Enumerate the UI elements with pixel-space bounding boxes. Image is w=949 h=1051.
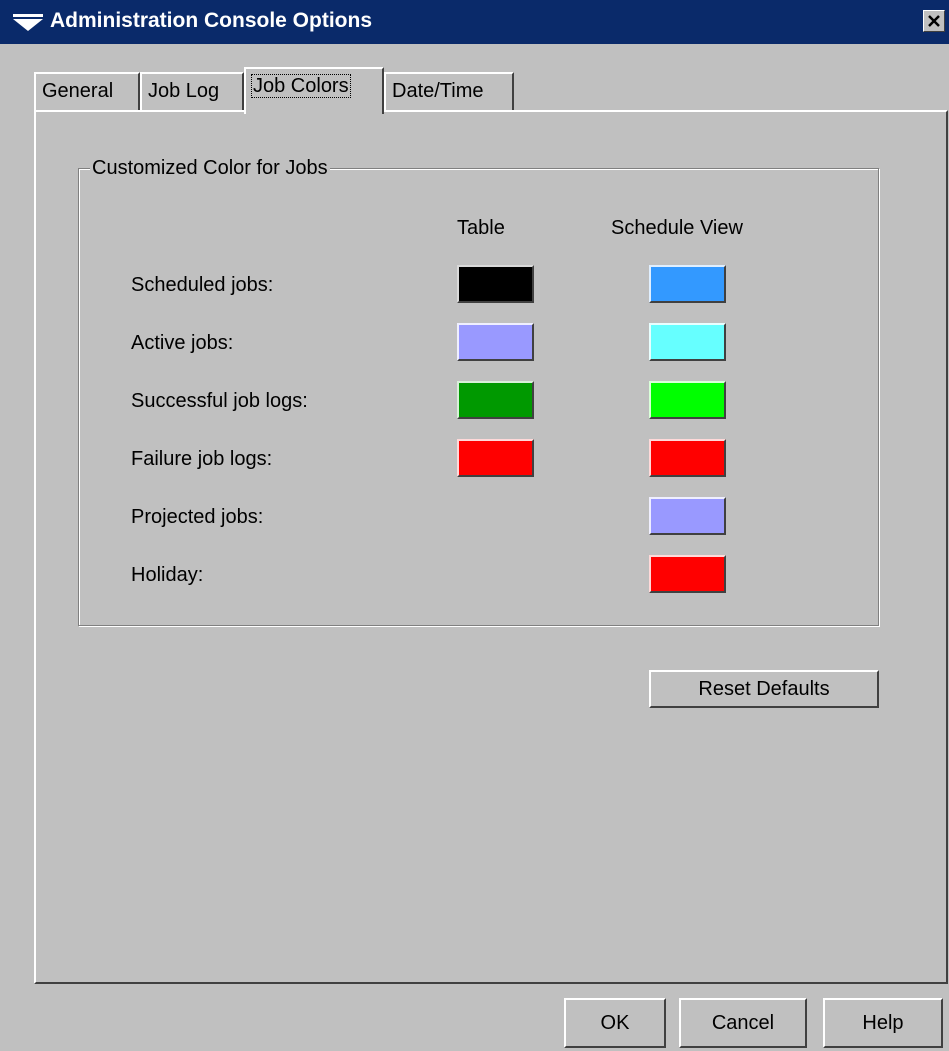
schedule-color-scheduled-jobs[interactable] (649, 265, 726, 303)
tab-date-time[interactable]: Date/Time (384, 72, 514, 110)
row-label-failure-job-logs: Failure job logs: (131, 448, 273, 470)
help-button[interactable]: Help (823, 998, 943, 1048)
schedule-color-active-jobs[interactable] (649, 323, 726, 361)
ok-label: OK (600, 1012, 630, 1034)
column-header-table: Table (457, 217, 505, 239)
row-label-successful-job-logs: Successful job logs: (131, 390, 308, 412)
tab-general-label: General (42, 80, 114, 102)
dropdown-triangle-icon[interactable] (12, 14, 44, 32)
reset-defaults-label: Reset Defaults (698, 678, 830, 700)
cancel-label: Cancel (711, 1012, 775, 1034)
table-color-failure-job-logs[interactable] (457, 439, 534, 477)
row-label-projected-jobs: Projected jobs: (131, 506, 264, 528)
tab-general[interactable]: General (34, 72, 140, 110)
tab-job-log[interactable]: Job Log (140, 72, 244, 110)
help-label: Help (862, 1012, 904, 1034)
schedule-color-failure-job-logs[interactable] (649, 439, 726, 477)
column-header-schedule-view: Schedule View (611, 217, 743, 239)
table-color-successful-job-logs[interactable] (457, 381, 534, 419)
ok-button[interactable]: OK (564, 998, 666, 1048)
row-label-active-jobs: Active jobs: (131, 332, 234, 354)
tab-job-log-label: Job Log (148, 80, 220, 102)
cancel-button[interactable]: Cancel (679, 998, 807, 1048)
reset-defaults-button[interactable]: Reset Defaults (649, 670, 879, 708)
window-title: Administration Console Options (50, 9, 373, 32)
schedule-color-projected-jobs[interactable] (649, 497, 726, 535)
table-color-scheduled-jobs[interactable] (457, 265, 534, 303)
close-icon (928, 15, 940, 27)
schedule-color-successful-job-logs[interactable] (649, 381, 726, 419)
tab-job-colors[interactable]: Job Colors (244, 67, 384, 114)
group-title: Customized Color for Jobs (90, 157, 330, 180)
row-label-scheduled-jobs: Scheduled jobs: (131, 274, 274, 296)
options-dialog: Administration Console Options General J… (0, 0, 949, 1051)
close-button[interactable] (923, 10, 945, 32)
table-color-active-jobs[interactable] (457, 323, 534, 361)
row-label-holiday: Holiday: (131, 564, 204, 586)
tab-job-colors-label: Job Colors (251, 74, 351, 98)
tab-date-time-label: Date/Time (392, 80, 484, 102)
title-bar[interactable]: Administration Console Options (0, 0, 949, 44)
schedule-color-holiday[interactable] (649, 555, 726, 593)
